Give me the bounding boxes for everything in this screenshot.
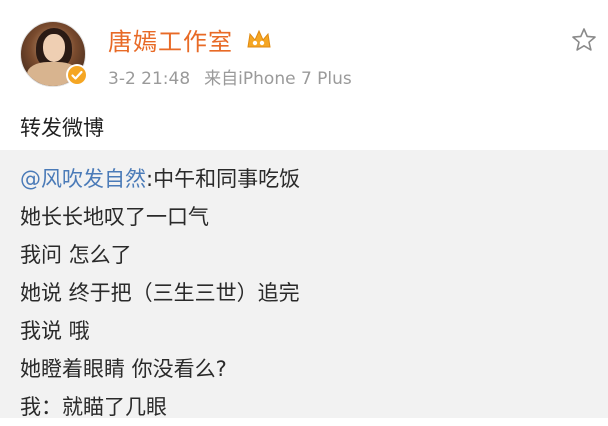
repost-line: 她瞪着眼睛 你没看么? [20, 357, 227, 381]
repost-line: 她说 终于把（三生三世）追完 [20, 281, 300, 305]
repost-line: 我：就瞄了几眼 [20, 395, 167, 419]
star-icon[interactable] [570, 26, 598, 54]
post-header: 唐嫣工作室 3-2 21:48 来自iPhone 7 Plus 转发微博 [0, 0, 608, 150]
repost-first-text: :中午和同事吃饭 [146, 167, 301, 191]
post-text: 转发微博 [20, 116, 104, 140]
repost-line: 我问 怎么了 [20, 243, 132, 267]
vip-crown-icon [247, 29, 271, 48]
mention-link[interactable]: @风吹发自然 [20, 167, 146, 191]
username[interactable]: 唐嫣工作室 [108, 22, 233, 57]
verified-badge-icon [66, 64, 88, 86]
post-source[interactable]: 来自iPhone 7 Plus [204, 69, 352, 89]
repost-line-first: @风吹发自然:中午和同事吃饭 [20, 160, 300, 198]
avatar-face [43, 34, 65, 62]
post-meta: 3-2 21:48 来自iPhone 7 Plus [108, 64, 352, 89]
repost-content: @风吹发自然:中午和同事吃饭 她长长地叹了一口气 我问 怎么了 她说 终于把（三… [20, 160, 300, 426]
repost-line: 她长长地叹了一口气 [20, 205, 209, 229]
repost-box[interactable]: @风吹发自然:中午和同事吃饭 她长长地叹了一口气 我问 怎么了 她说 终于把（三… [0, 150, 608, 419]
repost-line: 我说 哦 [20, 319, 90, 343]
post-time: 3-2 21:48 [108, 69, 191, 89]
